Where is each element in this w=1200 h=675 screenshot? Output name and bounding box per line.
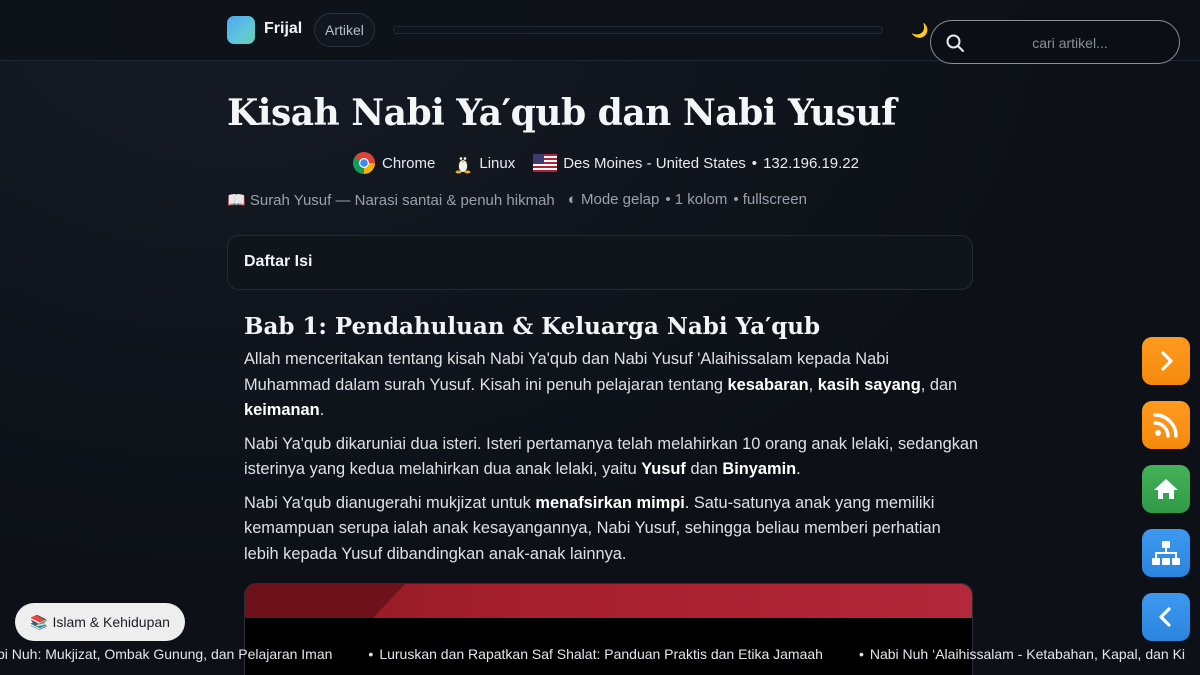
article-meta: 📖 Surah Yusuf — Narasi santai & penuh hi… — [227, 191, 807, 209]
chapter-heading: Bab 1: Pendahuluan & Keluarga Nabi Ya′qu… — [244, 313, 821, 340]
chevron-right-icon — [1161, 351, 1173, 371]
us-flag-icon — [533, 154, 558, 172]
brand-logo[interactable] — [227, 16, 255, 44]
browser-name: Chrome — [382, 154, 436, 172]
paragraph-2: Nabi Ya'qub dikaruniai dua isteri. Ister… — [244, 434, 979, 479]
column-layout-toggle[interactable]: • 1 kolom — [665, 191, 727, 209]
sitemap-icon — [1152, 541, 1180, 565]
category-label: Islam & Kehidupan — [52, 614, 170, 630]
home-button[interactable] — [1142, 465, 1190, 513]
brand-name[interactable]: Frijal — [264, 20, 302, 38]
chevron-left-icon — [1159, 607, 1171, 627]
sitemap-button[interactable] — [1142, 529, 1190, 577]
location-name: Des Moines - United States — [563, 154, 746, 172]
books-icon: 📚 — [30, 614, 48, 630]
visitor-separator: • — [751, 154, 758, 172]
next-article-button[interactable] — [1142, 337, 1190, 385]
ticker-item[interactable]: bi Nuh: Mukjizat, Ombak Gunung, dan Pela… — [0, 646, 332, 662]
rss-feed-button[interactable] — [1142, 401, 1190, 449]
moon-icon[interactable]: 🌙 — [911, 21, 928, 39]
news-ticker: bi Nuh: Mukjizat, Ombak Gunung, dan Pela… — [0, 643, 1200, 667]
search-box[interactable] — [930, 20, 1180, 64]
home-icon — [1154, 479, 1178, 499]
previous-article-button[interactable] — [1142, 593, 1190, 641]
page-title: Kisah Nabi Ya′qub dan Nabi Yusuf — [227, 92, 897, 134]
ticker-item[interactable]: • Luruskan dan Rapatkan Saf Shalat: Pandu… — [368, 646, 823, 662]
os-name: Linux — [479, 154, 516, 172]
visitor-info: Chrome Linux Des Moines - United States … — [352, 151, 859, 175]
category-chip[interactable]: 📚 Islam & Kehidupan — [15, 603, 185, 641]
article-body: Bab 1: Pendahuluan & Keluarga Nabi Ya′qu… — [244, 313, 979, 575]
ticker-item[interactable]: • Nabi Nuh ‘Alaihissalam - Ketabahan, Kap… — [859, 646, 1185, 662]
paragraph-1: Allah menceritakan tentang kisah Nabi Ya… — [244, 350, 958, 419]
fullscreen-toggle[interactable]: • fullscreen — [733, 191, 807, 209]
search-input[interactable] — [975, 29, 1165, 57]
surah-meta: 📖 Surah Yusuf — Narasi santai & penuh hi… — [227, 192, 555, 209]
table-of-contents[interactable]: Daftar Isi — [227, 235, 973, 290]
linux-icon — [455, 155, 471, 174]
paragraph-3: Nabi Ya'qub dianugerahi mukjizat untuk m… — [244, 493, 941, 563]
reading-progress-bar — [393, 26, 883, 34]
search-icon — [946, 34, 964, 52]
nav-artikel-link[interactable]: Artikel — [314, 13, 375, 47]
rss-icon — [1153, 413, 1178, 438]
ip-address: 132.196.19.22 — [763, 154, 859, 172]
chrome-icon — [353, 152, 375, 174]
ticker-track: bi Nuh: Mukjizat, Ombak Gunung, dan Pela… — [0, 646, 1200, 662]
mode-toggle[interactable]: ◐ Mode gelap — [568, 191, 660, 209]
toc-title[interactable]: Daftar Isi — [244, 253, 312, 271]
